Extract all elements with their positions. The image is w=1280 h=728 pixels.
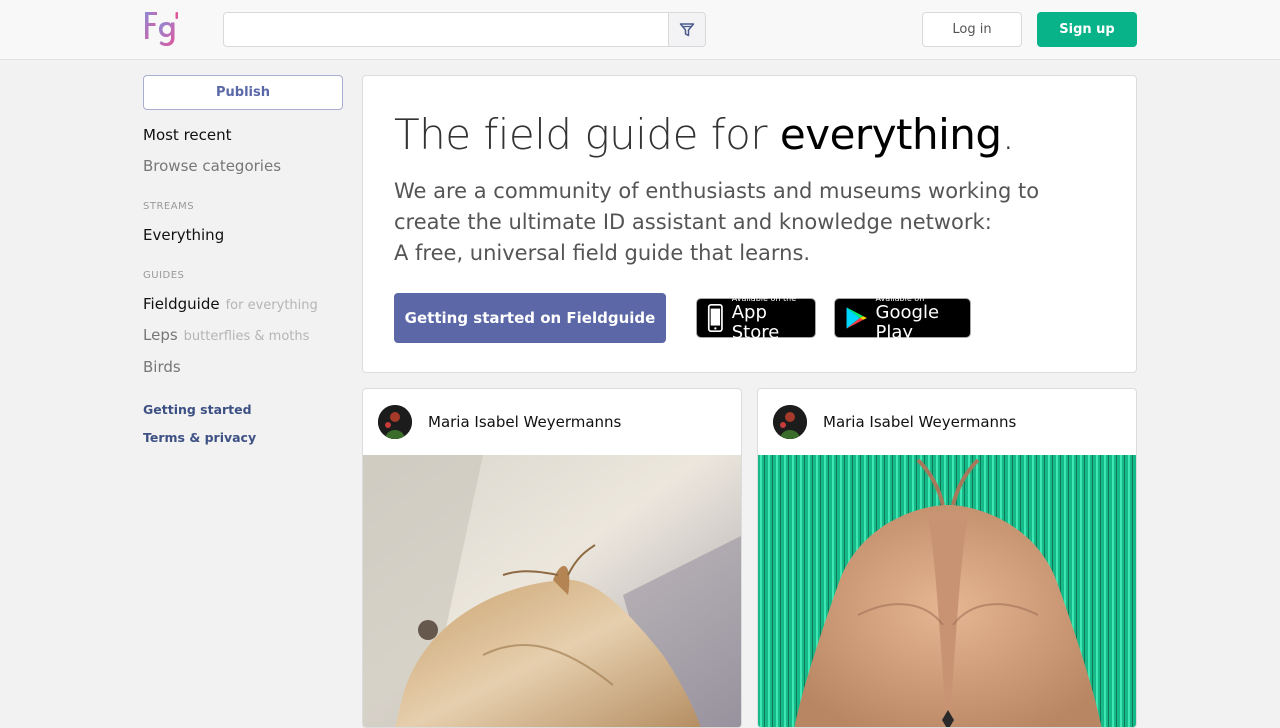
app-store-big: App Store (731, 301, 780, 343)
signup-button[interactable]: Sign up (1037, 12, 1137, 47)
filter-icon (679, 22, 695, 36)
google-play-big: Google Play (875, 301, 940, 343)
guide-leps[interactable]: Leps butterflies & moths (143, 326, 309, 344)
phone-icon (707, 303, 723, 333)
fieldguide-logo[interactable] (143, 10, 183, 50)
post-card[interactable]: Maria Isabel Weyermanns (362, 388, 742, 728)
avatar[interactable] (773, 405, 807, 439)
google-play-badge[interactable]: Available on Google Play (834, 294, 971, 342)
post-author[interactable]: Maria Isabel Weyermanns (428, 413, 621, 431)
guide-label: Leps (143, 326, 178, 344)
guide-subtitle: butterflies & moths (183, 329, 310, 344)
google-play-icon (846, 307, 867, 329)
post-header: Maria Isabel Weyermanns (363, 389, 741, 455)
guide-fieldguide[interactable]: Fieldguide for everything (143, 295, 318, 313)
getting-started-button[interactable]: Getting started on Fieldguide (394, 293, 666, 343)
getting-started-link[interactable]: Getting started (143, 402, 252, 417)
publish-button[interactable]: Publish (143, 75, 343, 110)
guide-label: Fieldguide (143, 295, 220, 313)
guide-label: Birds (143, 358, 181, 376)
hero-card: The field guide for everything. We are a… (362, 75, 1137, 373)
top-bar: Log in Sign up (0, 0, 1280, 60)
moth-photo[interactable] (363, 455, 741, 727)
terms-privacy-link[interactable]: Terms & privacy (143, 430, 256, 445)
sidebar: Publish Most recent Browse categories ST… (143, 75, 343, 445)
filter-button[interactable] (668, 13, 705, 46)
guides-heading: GUIDES (143, 270, 185, 281)
search-input[interactable] (224, 13, 669, 46)
guide-subtitle: for everything (225, 298, 318, 313)
stream-everything[interactable]: Everything (143, 226, 224, 244)
search-box (223, 12, 706, 47)
hero-description: We are a community of enthusiasts and mu… (394, 179, 1040, 265)
streams-heading: STREAMS (143, 201, 195, 212)
nav-most-recent[interactable]: Most recent (143, 126, 232, 144)
avatar[interactable] (378, 405, 412, 439)
moth-photo[interactable] (758, 455, 1136, 727)
post-card[interactable]: Maria Isabel Weyermanns (757, 388, 1137, 728)
post-header: Maria Isabel Weyermanns (758, 389, 1136, 455)
login-button[interactable]: Log in (922, 12, 1022, 47)
nav-browse-categories[interactable]: Browse categories (143, 157, 281, 175)
app-store-badge[interactable]: Available on the App Store (696, 294, 816, 342)
hero-title: The field guide for everything. (394, 110, 1015, 159)
post-author[interactable]: Maria Isabel Weyermanns (823, 413, 1016, 431)
guide-birds[interactable]: Birds (143, 358, 181, 376)
